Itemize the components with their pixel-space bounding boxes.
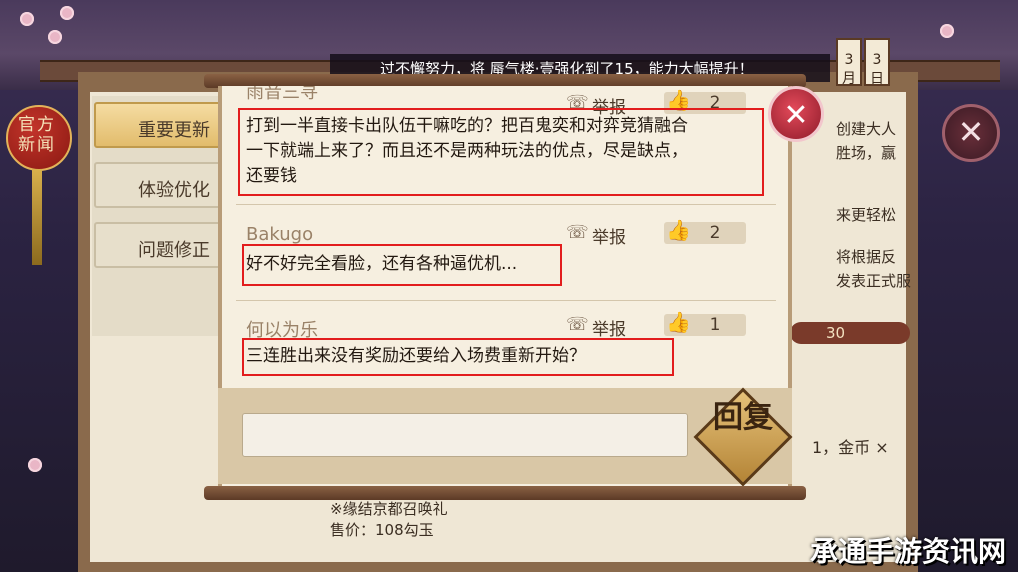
calendar-widget[interactable]: 3月 3日 bbox=[836, 38, 892, 88]
close-icon[interactable]: ✕ bbox=[768, 86, 824, 142]
scroll-rod-bottom bbox=[204, 486, 806, 500]
phone-icon: ☏ bbox=[566, 222, 589, 243]
blossom-icon bbox=[60, 6, 74, 20]
blossom-icon bbox=[28, 458, 42, 472]
notice-bottom-line: 售价：108勾玉 bbox=[330, 521, 434, 539]
highlight-box bbox=[242, 244, 562, 286]
comment-divider bbox=[236, 300, 776, 301]
report-button[interactable]: ☏ 举报 bbox=[566, 314, 642, 340]
reply-button-label: 回复 bbox=[713, 400, 773, 435]
tab-experience-optimization[interactable]: 体验优化 bbox=[94, 162, 224, 208]
blossom-icon bbox=[20, 12, 34, 26]
tab-important-update[interactable]: 重要更新 bbox=[94, 102, 224, 148]
close-icon[interactable]: ✕ bbox=[942, 104, 1000, 162]
blossom-icon bbox=[940, 24, 954, 38]
comment-divider bbox=[236, 204, 776, 205]
ornament-label: 官方新闻 bbox=[18, 115, 56, 155]
calendar-day: 3日 bbox=[864, 38, 890, 87]
reply-input[interactable] bbox=[242, 413, 688, 457]
report-label: 举报 bbox=[592, 228, 626, 248]
notice-text-fragment: 发表正式服 bbox=[836, 272, 912, 290]
phone-icon: ☏ bbox=[566, 314, 589, 335]
calendar-month: 3月 bbox=[836, 38, 862, 87]
tab-bug-fix[interactable]: 问题修正 bbox=[94, 222, 224, 268]
comment-author: Bakugo bbox=[246, 224, 314, 245]
notice-text-fragment: 胜场，赢 bbox=[836, 144, 897, 162]
notice-text-fragment: 创建大人 bbox=[836, 120, 897, 138]
blossom-icon bbox=[48, 30, 62, 44]
like-button[interactable]: 👍 2 bbox=[664, 218, 746, 244]
coin-reward-text: 1，金币 × bbox=[812, 438, 889, 457]
counter-badge: 30 bbox=[790, 322, 910, 344]
watermark-text: 承通手游资讯网 bbox=[810, 535, 1007, 568]
report-label: 举报 bbox=[592, 320, 626, 340]
comment-author: 雨音三寻 bbox=[246, 86, 318, 103]
report-button[interactable]: ☏ 举报 bbox=[566, 222, 642, 248]
highlight-box bbox=[238, 108, 764, 196]
highlight-box bbox=[242, 338, 674, 376]
notice-bottom-line: ※缘结京都召唤礼 bbox=[330, 500, 448, 518]
like-count: 1 bbox=[709, 315, 721, 335]
ornament-tassel bbox=[32, 169, 42, 265]
notice-text-fragment: 将根据反 bbox=[836, 248, 897, 266]
official-news-ornament[interactable]: 官方新闻 bbox=[6, 105, 72, 265]
like-button[interactable]: 👍 1 bbox=[664, 310, 746, 336]
like-count: 2 bbox=[709, 223, 721, 243]
notice-text-fragment: 来更轻松 bbox=[836, 206, 897, 224]
